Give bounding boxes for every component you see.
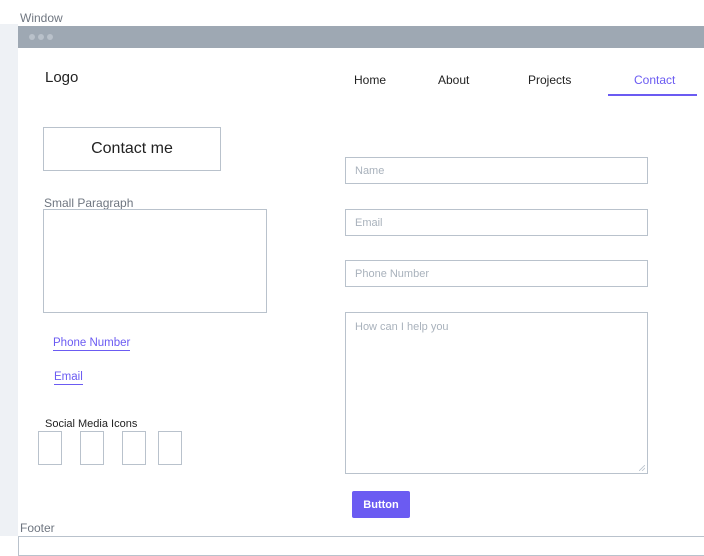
window-left-rail xyxy=(0,24,18,536)
nav-about[interactable]: About xyxy=(438,73,469,87)
resize-handle-icon[interactable] xyxy=(639,465,645,471)
nav-home[interactable]: Home xyxy=(354,73,386,87)
window-maximize-dot[interactable] xyxy=(47,34,53,40)
email-input[interactable]: Email xyxy=(345,209,648,236)
contact-title-box: Contact me xyxy=(43,127,221,171)
phone-placeholder: Phone Number xyxy=(355,268,429,280)
submit-button[interactable]: Button xyxy=(352,491,410,518)
message-placeholder: How can I help you xyxy=(355,321,449,333)
contact-title: Contact me xyxy=(91,140,173,157)
social-media-label: Social Media Icons xyxy=(45,418,138,430)
nav-contact[interactable]: Contact xyxy=(634,73,675,87)
footer-label: Footer xyxy=(20,521,55,535)
email-placeholder: Email xyxy=(355,217,383,229)
message-textarea[interactable]: How can I help you xyxy=(345,312,648,474)
social-icon-2[interactable] xyxy=(80,431,104,465)
window-titlebar[interactable] xyxy=(18,26,704,48)
footer xyxy=(18,536,704,556)
paragraph-box xyxy=(43,209,267,313)
social-icon-1[interactable] xyxy=(38,431,62,465)
nav-active-underline xyxy=(608,94,697,96)
name-placeholder: Name xyxy=(355,165,385,177)
social-icon-4[interactable] xyxy=(158,431,182,465)
phone-number-link[interactable]: Phone Number xyxy=(53,337,131,351)
paragraph-label: Small Paragraph xyxy=(44,196,134,210)
window-label: Window xyxy=(20,11,63,25)
social-icon-3[interactable] xyxy=(122,431,146,465)
email-link[interactable]: Email xyxy=(54,371,83,385)
phone-number-input[interactable]: Phone Number xyxy=(345,260,648,287)
name-input[interactable]: Name xyxy=(345,157,648,184)
submit-button-label: Button xyxy=(363,498,399,511)
window-minimize-dot[interactable] xyxy=(38,34,44,40)
nav-projects[interactable]: Projects xyxy=(528,73,571,87)
window-close-dot[interactable] xyxy=(29,34,35,40)
logo[interactable]: Logo xyxy=(45,69,78,86)
